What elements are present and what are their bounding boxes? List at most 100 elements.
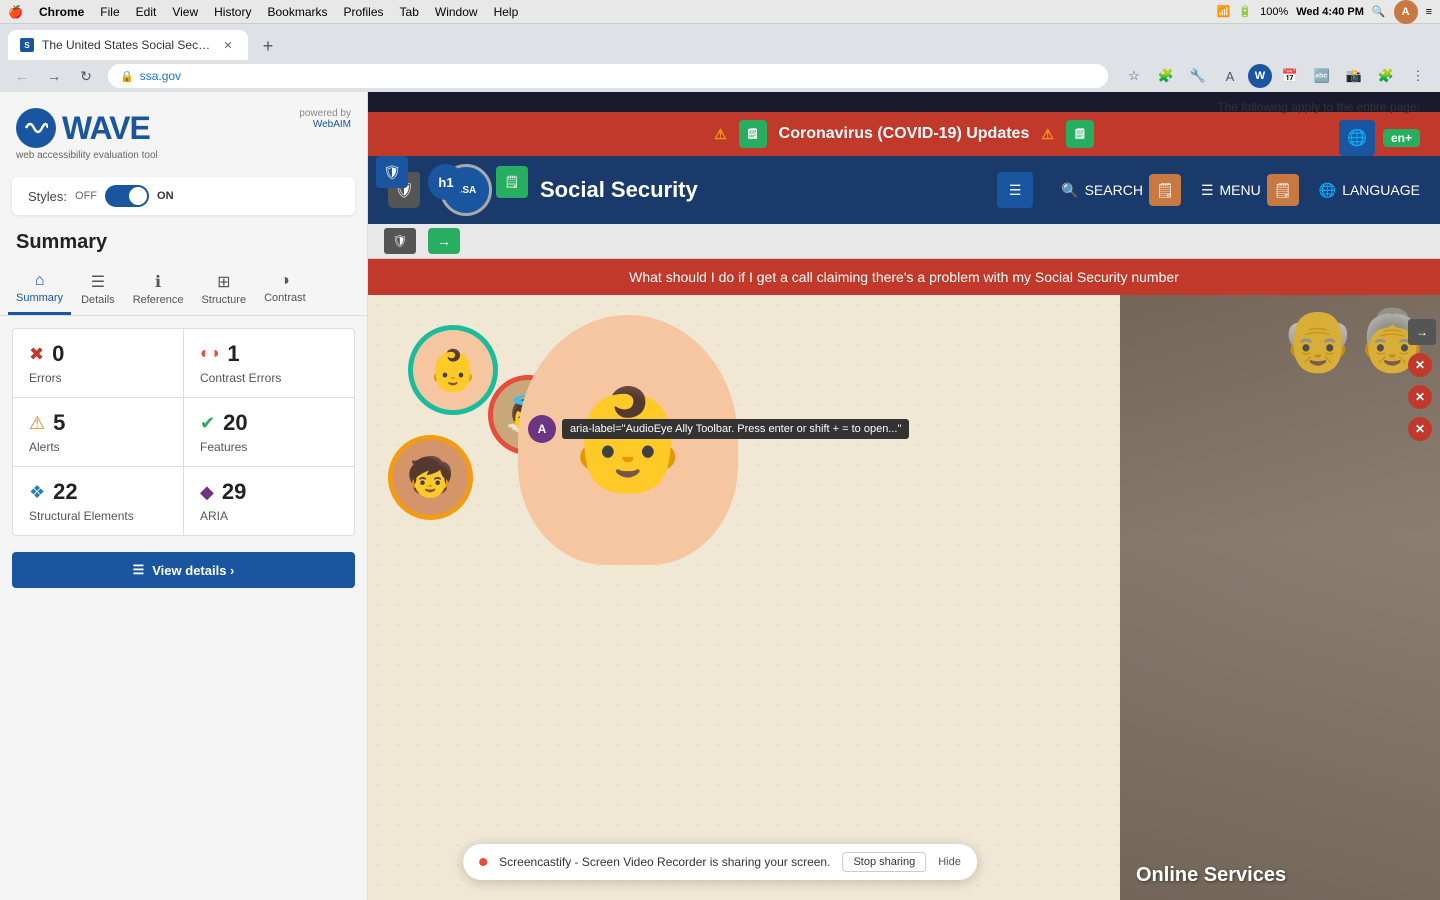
nav-menu[interactable]: ☰ MENU 🗒 [1201,174,1299,206]
nav-search[interactable]: 🔍 SEARCH 🗒 [1061,174,1181,206]
right-arrow-icon1: → [1408,319,1436,345]
tab-structure[interactable]: ⊞ Structure [193,266,254,315]
stop-sharing-button[interactable]: Stop sharing [842,852,926,872]
control-center-icon[interactable]: ≡ [1426,6,1432,18]
error-label: Errors [29,371,167,385]
stat-structural: ❖ 22 Structural Elements [13,467,183,535]
wave-header: WAVE web accessibility evaluation tool p… [0,92,367,169]
profile-avatar[interactable]: A [1394,0,1418,24]
bookmark-star-button[interactable]: ☆ [1120,62,1148,90]
menu-file[interactable]: File [100,5,119,19]
site-area: The following apply to the entire page: … [368,92,1440,900]
aria-icon: ◆ [200,482,214,503]
menu-history[interactable]: History [214,5,251,19]
language-label: LANGUAGE [1342,182,1420,198]
nav-bar: ← → ↻ 🔒 ssa.gov ☆ 🧩 🔧 A W 📅 🔤 📸 🧩 ⋮ [0,60,1440,92]
search-icon[interactable]: 🔍 [1372,5,1386,18]
refresh-button[interactable]: ↻ [72,62,100,90]
battery-icon: 🔋 [1238,5,1252,18]
nav-language[interactable]: 🌐 LANGUAGE [1319,182,1420,199]
menu-label: MENU [1220,182,1261,198]
back-button[interactable]: ← [8,62,36,90]
tab-contrast[interactable]: ◑ Contrast [256,266,314,315]
powered-by-text: powered by WebAIM [299,108,351,130]
site-nav-strip: 🛡 → [368,224,1440,259]
screencastify-bar: Screencastify - Screen Video Recorder is… [463,844,977,880]
covid-wave-badge-right: 🗒 [1066,120,1094,148]
covid-wave-badge-left: 🗒 [739,120,767,148]
ssa-nav: h1 🛡 SSA 🗒 Social Security ☰ 🔍 SEARCH 🗒 [368,156,1440,224]
page-note: The following apply to the entire page: [1217,100,1420,114]
tab-reference-label: Reference [133,294,184,306]
calendar-extension-button[interactable]: 📅 [1276,62,1304,90]
contrast-error-count: 1 [227,341,239,367]
nav-bar-right: ☆ 🧩 🔧 A W 📅 🔤 📸 🧩 ⋮ [1120,62,1432,90]
tab-structure-label: Structure [201,294,246,306]
menu-help[interactable]: Help [494,5,519,19]
summary-tab-icon: ⌂ [35,272,45,290]
search-label: SEARCH [1085,182,1143,198]
tab-details[interactable]: ☰ Details [73,266,123,315]
menu-profiles[interactable]: Profiles [344,5,384,19]
globe-badge: 🌐 [1339,120,1375,156]
more-button[interactable]: ⋮ [1404,62,1432,90]
puzzle-extension-button[interactable]: 🧩 [1372,62,1400,90]
styles-toggle[interactable] [105,185,149,207]
aria-label-icon: A [528,415,556,443]
hide-button[interactable]: Hide [938,856,961,868]
webaim-link[interactable]: WebAIM [313,119,351,130]
address-bar[interactable]: 🔒 ssa.gov [108,64,1108,88]
circle-photo-child1: 👶 [408,325,498,415]
covid-alert-triangle-left: ⚠ [714,126,727,143]
view-details-button[interactable]: ☰ View details › [12,552,355,588]
wave-extension-button[interactable]: W [1248,64,1272,88]
view-details-label: View details › [152,563,234,578]
feature-label: Features [200,440,338,454]
aria-tooltip-area: A aria-label="AudioEye Ally Toolbar. Pre… [528,415,909,443]
styles-label: Styles: [28,189,67,204]
contrast-tab-icon: ◑ [280,272,290,290]
stat-features-header: ✔ 20 [200,410,338,436]
app-name[interactable]: Chrome [39,5,84,19]
security-lock-icon: 🔒 [120,70,134,83]
tab-close-button[interactable]: ✕ [220,37,236,53]
clock: Wed 4:40 PM [1296,6,1364,18]
url-text: ssa.gov [140,69,181,83]
recording-dot [479,858,487,866]
wave-subtitle: web accessibility evaluation tool [16,150,158,161]
menu-view[interactable]: View [172,5,198,19]
extension-2-button[interactable]: 🔧 [1184,62,1212,90]
styles-off-label: OFF [75,190,97,202]
tab-reference[interactable]: ℹ Reference [125,266,192,315]
translate-extension-button[interactable]: 🔤 [1308,62,1336,90]
wave-right-badges: → ✕ ✕ ✕ [1404,315,1440,445]
tab-bar: S The United States Social Secu... ✕ + [0,24,1440,60]
screencastify-message: Screencastify - Screen Video Recorder is… [499,855,830,869]
h1-badge: h1 [428,164,464,200]
structure-tab-icon: ⊞ [217,272,230,292]
nav-list-badge: ☰ [997,172,1033,208]
stat-structural-header: ❖ 22 [29,479,167,505]
contrast-error-icon: ◐◑ [200,345,219,363]
extension-3-button[interactable]: A [1216,62,1244,90]
menu-bookmarks[interactable]: Bookmarks [267,5,327,19]
hero-left: 👶 👼 🧒 👶 A aria-label="AudioEye Ally Tool… [368,295,1120,900]
stat-features: ✔ 20 Features [184,398,354,466]
forward-button[interactable]: → [40,62,68,90]
covid-alert-triangle-right: ⚠ [1041,126,1054,143]
tab-details-label: Details [81,294,115,306]
new-tab-button[interactable]: + [254,32,282,60]
reference-tab-icon: ℹ [155,272,161,292]
menu-tab[interactable]: Tab [400,5,419,19]
favicon-text: S [24,41,29,50]
screenshot-extension-button[interactable]: 📸 [1340,62,1368,90]
wave-icon [16,108,56,148]
apple-menu[interactable]: 🍎 [8,5,23,19]
tab-summary[interactable]: ⌂ Summary [8,266,71,315]
alert-label: Alerts [29,440,167,454]
extension-puzzle-button[interactable]: 🧩 [1152,62,1180,90]
menu-edit[interactable]: Edit [136,5,157,19]
wave-title: WAVE [62,110,150,147]
active-tab[interactable]: S The United States Social Secu... ✕ [8,30,248,60]
menu-window[interactable]: Window [435,5,478,19]
